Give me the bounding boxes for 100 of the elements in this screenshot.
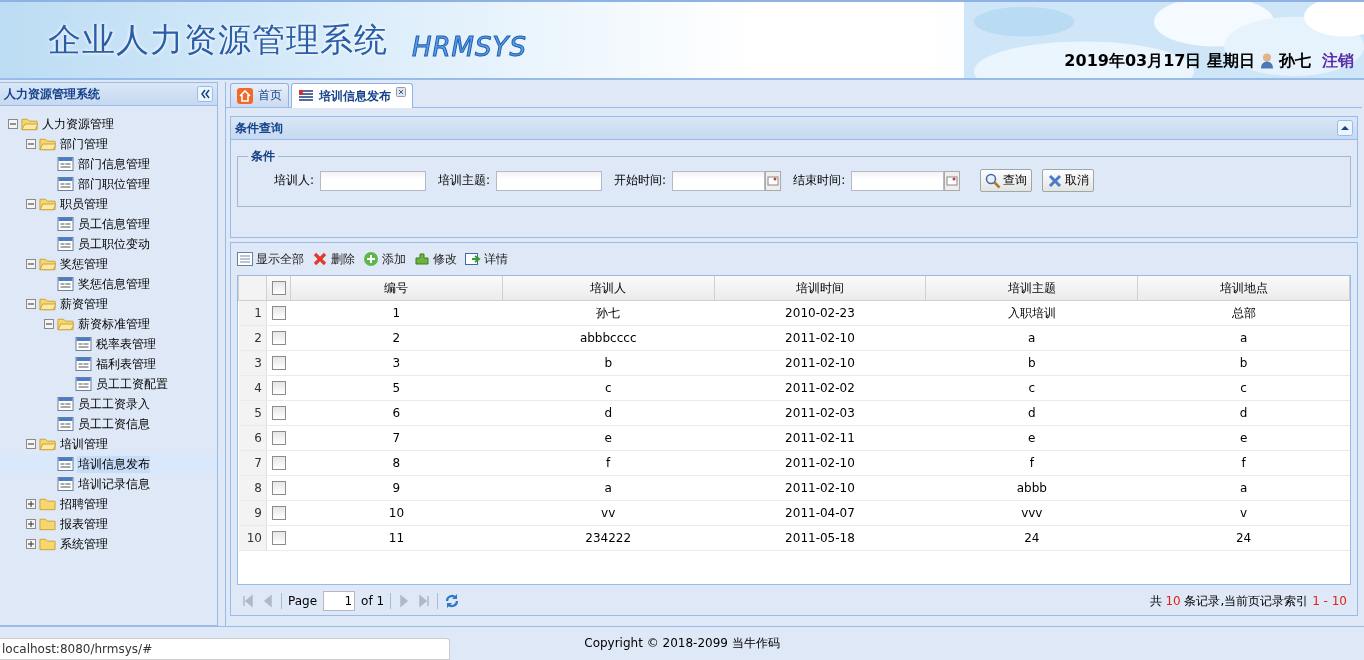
column-header[interactable]: 培训地点 <box>1137 276 1350 301</box>
checkbox[interactable] <box>271 406 286 421</box>
table-cell: e <box>925 425 1138 451</box>
checkbox[interactable] <box>271 431 286 446</box>
date-field[interactable] <box>672 170 766 191</box>
calendar-icon[interactable] <box>944 169 961 192</box>
collapse-icon[interactable] <box>1337 120 1353 136</box>
input-field[interactable] <box>320 170 427 191</box>
list-button[interactable]: 显示全部 <box>237 250 304 268</box>
tree-item[interactable]: 培训管理 <box>59 435 108 453</box>
tree-item[interactable]: 奖惩信息管理 <box>77 275 150 293</box>
detail-button[interactable]: 详情 <box>465 250 508 268</box>
checkbox[interactable] <box>271 456 286 471</box>
user-name: 孙七 <box>1279 51 1311 72</box>
table-cell: c <box>925 375 1138 401</box>
edit-button[interactable]: 修改 <box>414 250 457 268</box>
tree-item[interactable]: 税率表管理 <box>95 335 156 353</box>
table-cell: c <box>502 375 715 401</box>
tree-item[interactable]: 培训记录信息 <box>77 475 150 493</box>
tree-item[interactable]: 员工工资录入 <box>77 395 150 413</box>
folder-icon <box>39 257 56 271</box>
input-field[interactable] <box>496 170 603 191</box>
table-cell: e <box>1137 425 1350 451</box>
page-field[interactable]: 1 <box>323 591 356 611</box>
tree-item[interactable]: 部门管理 <box>59 135 108 153</box>
refresh-icon[interactable] <box>444 593 461 609</box>
list-icon <box>57 457 74 471</box>
list-icon <box>57 277 74 291</box>
list-icon <box>75 337 92 351</box>
column-header[interactable]: 培训主题 <box>925 276 1138 301</box>
date-text: 2019年03月17日 星期日 <box>1064 51 1255 72</box>
logout-link[interactable]: 注销 <box>1322 51 1354 72</box>
row-number: 3 <box>238 350 267 376</box>
tree-item[interactable]: 奖惩管理 <box>59 255 108 273</box>
checkbox[interactable] <box>271 306 286 321</box>
table-cell: 7 <box>290 425 503 451</box>
table-cell: f <box>925 450 1138 476</box>
status-url: localhost:8080/hrmsys/# <box>0 638 450 660</box>
checkbox[interactable] <box>271 331 286 346</box>
tree-item[interactable]: 职员管理 <box>59 195 108 213</box>
date-field[interactable] <box>851 170 945 191</box>
tree-item[interactable]: 薪资管理 <box>59 295 108 313</box>
tree-item[interactable]: 员工信息管理 <box>77 215 150 233</box>
table-cell: 2011-02-10 <box>714 450 926 476</box>
field-label: 培训人: <box>274 172 315 189</box>
column-header[interactable]: 编号 <box>290 276 503 301</box>
tree-item[interactable]: 福利表管理 <box>95 355 156 373</box>
tree-item[interactable]: 薪资标准管理 <box>77 315 150 333</box>
checkbox[interactable] <box>271 356 286 371</box>
tree-item[interactable]: 部门信息管理 <box>77 155 150 173</box>
row-number: 6 <box>238 425 267 451</box>
tree-item[interactable]: 报表管理 <box>59 515 108 533</box>
tree-item[interactable]: 系统管理 <box>59 535 108 553</box>
column-header[interactable]: 培训时间 <box>714 276 926 301</box>
list-icon <box>57 237 74 251</box>
export-icon <box>465 251 481 267</box>
table-cell: 8 <box>290 450 503 476</box>
cancel-button[interactable]: 取消 <box>1042 169 1095 192</box>
tree-item[interactable]: 人力资源管理 <box>41 115 114 133</box>
table-cell: 2011-02-02 <box>714 375 926 401</box>
checkbox[interactable] <box>271 381 286 396</box>
user-icon <box>1260 52 1274 69</box>
table-cell: 2 <box>290 325 503 351</box>
list-icon <box>75 377 92 391</box>
calendar-icon[interactable] <box>765 169 782 192</box>
tab[interactable]: 首页 <box>230 83 289 107</box>
folder-icon <box>21 117 38 131</box>
collapse-icon[interactable] <box>197 86 213 102</box>
system-title: 企业人力资源管理系统 <box>48 18 388 61</box>
list-icon <box>298 88 314 104</box>
row-number: 5 <box>238 400 267 426</box>
list-icon <box>57 217 74 231</box>
checkbox[interactable] <box>271 481 286 496</box>
expand-icon[interactable] <box>26 499 36 509</box>
table-cell: a <box>1137 475 1350 501</box>
table-cell: 5 <box>290 375 503 401</box>
checkbox[interactable] <box>271 281 286 296</box>
delete-button[interactable]: 删除 <box>312 250 355 268</box>
checkbox[interactable] <box>271 506 286 521</box>
tree-item[interactable]: 招聘管理 <box>59 495 108 513</box>
tab[interactable]: 培训信息发布 <box>291 83 413 108</box>
tree-item[interactable]: 部门职位管理 <box>77 175 150 193</box>
tree-item[interactable]: 培训信息发布 <box>77 455 150 473</box>
search-icon <box>985 172 1002 189</box>
add-button[interactable]: 添加 <box>363 250 406 268</box>
tree-item[interactable]: 员工工资信息 <box>77 415 150 433</box>
tree-item[interactable]: 员工职位变动 <box>77 235 150 253</box>
expand-icon[interactable] <box>26 519 36 529</box>
tree-item[interactable]: 员工工资配置 <box>95 375 168 393</box>
list-icon <box>237 251 253 267</box>
close-icon[interactable] <box>396 87 406 97</box>
search-button[interactable]: 查询 <box>980 169 1033 192</box>
panel-title: 条件查询 <box>235 119 283 137</box>
table-cell: 孙七 <box>502 300 715 326</box>
table-cell: 2011-02-10 <box>714 475 926 501</box>
folder-icon <box>39 517 56 531</box>
column-header[interactable]: 培训人 <box>502 276 715 301</box>
table-cell: 总部 <box>1137 300 1350 326</box>
expand-icon[interactable] <box>26 539 36 549</box>
checkbox[interactable] <box>271 531 286 546</box>
